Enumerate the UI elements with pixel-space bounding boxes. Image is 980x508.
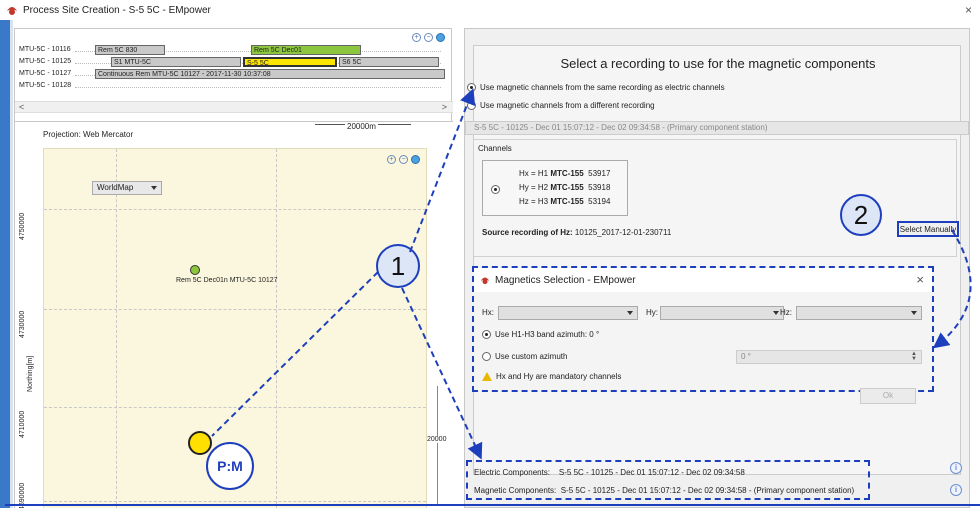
recording-bar-continuous[interactable]: Continuous Rem MTU-5C 10127 - 2017-11-30… xyxy=(95,69,445,79)
info-icon[interactable]: i xyxy=(950,462,962,474)
warning-icon xyxy=(482,372,492,381)
timeline-row: MTU-5C - 10116 Rem 5C 830 Rem 5C Dec01 xyxy=(15,45,445,56)
radio-same-recording[interactable] xyxy=(467,83,476,92)
scroll-left-icon[interactable]: < xyxy=(19,102,24,112)
dialog-title: Magnetics Selection - EMpower xyxy=(495,274,636,286)
hz-select[interactable] xyxy=(796,306,922,320)
hx-label: Hx: xyxy=(482,308,494,317)
background-window-strip xyxy=(0,20,10,508)
timeline-row: MTU-5C - 10125 S1 MTU-5C S-5 5C S6 5C xyxy=(15,57,445,68)
recording-bar-s5-selected[interactable]: S-5 5C xyxy=(243,57,337,67)
recording-select[interactable]: S-5 5C - 10125 - Dec 01 15:07:12 - Dec 0… xyxy=(465,121,969,135)
recording-bar-remdec01[interactable]: Rem 5C Dec01 xyxy=(251,45,361,55)
hx-select[interactable] xyxy=(498,306,638,320)
callout-2: 2 xyxy=(840,194,882,236)
empower-app-icon xyxy=(480,277,490,285)
timeline-scrollbar[interactable]: < > xyxy=(15,101,453,113)
panel-heading: Select a recording to use for the magnet… xyxy=(560,56,876,71)
recording-bar-s6[interactable]: S6 5C xyxy=(339,57,439,67)
channel-option[interactable]: Hx = H1 MTC-155 53917 Hy = H2 MTC-155 53… xyxy=(482,160,628,216)
background-window-edge xyxy=(10,20,13,508)
site-point-selected[interactable] xyxy=(188,431,212,455)
timeline-row-label: MTU-5C - 10125 xyxy=(19,58,72,65)
map-zoom-controls: + − xyxy=(387,155,420,164)
vertical-scale-label: 20000 xyxy=(427,436,447,443)
zoom-out-icon[interactable]: − xyxy=(424,33,433,42)
hy-label: Hy: xyxy=(646,308,658,317)
chevron-down-icon xyxy=(151,186,157,190)
projection-label: Projection: Web Mercator xyxy=(43,130,134,139)
vertical-scale-bar xyxy=(437,386,438,506)
select-manually-button[interactable]: Select Manually xyxy=(897,221,959,237)
recording-bar-s1[interactable]: S1 MTU-5C xyxy=(111,57,241,67)
option-different-recording[interactable]: Use magnetic channels from a different r… xyxy=(467,101,655,110)
timeline-row: MTU-5C - 10127 Continuous Rem MTU-5C 101… xyxy=(15,69,445,80)
timeline-row-label: MTU-5C - 10116 xyxy=(19,46,71,53)
timeline-zoom-controls: + − xyxy=(412,33,445,42)
channel-row: Hy = H2 MTC-155 53918 xyxy=(519,183,611,192)
scroll-right-icon[interactable]: > xyxy=(442,102,447,112)
empower-app-icon xyxy=(7,7,17,15)
channel-row: Hz = H3 MTC-155 53194 xyxy=(519,197,611,206)
hz-label: Hz: xyxy=(780,308,792,317)
close-icon[interactable]: × xyxy=(965,3,972,17)
timeline-row-label: MTU-5C - 10127 xyxy=(19,70,72,77)
channels-group: Channels Hx = H1 MTC-155 53917 Hy = H2 M… xyxy=(473,139,957,257)
radio-different-recording[interactable] xyxy=(467,101,476,110)
source-recording: Source recording of Hz: 10125_2017-12-01… xyxy=(482,228,672,237)
site-point-green[interactable] xyxy=(190,265,200,275)
radio-custom-azimuth[interactable] xyxy=(482,352,491,361)
scale-label: 20000m xyxy=(345,122,378,131)
radio-band-azimuth[interactable] xyxy=(482,330,491,339)
selection-frame xyxy=(5,504,980,508)
hy-select[interactable] xyxy=(660,306,784,320)
option-custom-azimuth[interactable]: Use custom azimuth xyxy=(482,352,567,361)
y-tick-label: 4750000 xyxy=(19,212,26,240)
basemap-select[interactable]: WorldMap xyxy=(92,181,162,195)
components-summary: Electric Components: S-5 5C - 10125 - De… xyxy=(466,460,870,500)
chevron-down-icon xyxy=(627,311,633,315)
y-tick-label: 4710000 xyxy=(19,410,26,438)
chevron-down-icon xyxy=(773,311,779,315)
globe-icon[interactable] xyxy=(411,155,420,164)
magnetics-selection-dialog: Magnetics Selection - EMpower × Hx: Hy: … xyxy=(472,266,934,392)
callout-pm: P:M xyxy=(206,442,254,490)
dialog-title-bar: Magnetics Selection - EMpower × xyxy=(474,268,932,292)
globe-icon[interactable] xyxy=(436,33,445,42)
zoom-in-icon[interactable]: + xyxy=(387,155,396,164)
magnetic-components: Magnetic Components: S-5 5C - 10125 - De… xyxy=(474,486,855,495)
zoom-out-icon[interactable]: − xyxy=(399,155,408,164)
spin-arrows-icon[interactable]: ▲ ▼ xyxy=(911,351,917,362)
timeline-row: MTU-5C - 10128 xyxy=(15,81,445,92)
callout-1: 1 xyxy=(376,244,420,288)
mandatory-warning: Hx and Hy are mandatory channels xyxy=(482,372,621,381)
timeline-row-label: MTU-5C - 10128 xyxy=(19,82,72,89)
window-title: Process Site Creation - S-5 5C - EMpower xyxy=(23,4,211,16)
chevron-down-icon xyxy=(911,311,917,315)
option-same-recording[interactable]: Use magnetic channels from the same reco… xyxy=(467,83,725,92)
site-point-label: Rem 5C Dec01n MTU-5C 10127 xyxy=(176,277,278,284)
channel-row: Hx = H1 MTC-155 53917 xyxy=(519,169,611,178)
title-bar: Process Site Creation - S-5 5C - EMpower… xyxy=(0,0,980,20)
y-axis-label: Northing[m] xyxy=(27,355,34,392)
info-icon[interactable]: i xyxy=(950,484,962,496)
recording-bar-rem830[interactable]: Rem 5C 830 xyxy=(95,45,165,55)
option-band-azimuth[interactable]: Use H1-H3 band azimuth: 0 ° xyxy=(482,330,599,339)
custom-azimuth-spinbox[interactable]: 0 ° ▲ ▼ xyxy=(736,350,922,364)
ok-button[interactable]: Ok xyxy=(860,388,916,404)
dialog-close-icon[interactable]: × xyxy=(916,272,924,287)
y-tick-label: 4730000 xyxy=(19,310,26,338)
radio-channel-set[interactable] xyxy=(491,185,500,194)
electric-components: Electric Components: S-5 5C - 10125 - De… xyxy=(474,468,745,477)
channels-legend: Channels xyxy=(478,144,512,153)
zoom-in-icon[interactable]: + xyxy=(412,33,421,42)
